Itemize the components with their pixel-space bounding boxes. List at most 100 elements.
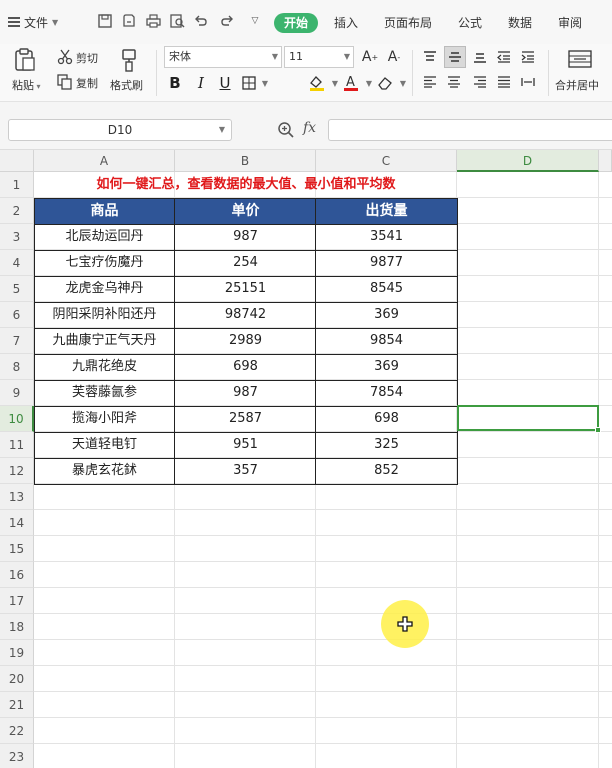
name-box[interactable]: D10 ▼ bbox=[8, 119, 232, 141]
chevron-down-icon[interactable]: ▼ bbox=[394, 72, 412, 94]
align-top-icon[interactable] bbox=[420, 48, 440, 66]
row-header[interactable]: 22 bbox=[0, 718, 34, 744]
row-header[interactable]: 21 bbox=[0, 692, 34, 718]
column-header-e[interactable] bbox=[599, 150, 612, 172]
cell-quantity[interactable]: 852 bbox=[316, 458, 457, 484]
cell-price[interactable]: 987 bbox=[175, 224, 316, 250]
cell-price[interactable]: 357 bbox=[175, 458, 316, 484]
row-header[interactable]: 8 bbox=[0, 354, 34, 380]
column-header-b[interactable]: B bbox=[175, 150, 316, 172]
column-header-c[interactable]: C bbox=[316, 150, 457, 172]
row-header[interactable]: 1 bbox=[0, 172, 34, 198]
increase-font-size-icon[interactable]: A + bbox=[360, 47, 380, 67]
copy-button[interactable]: 复制 bbox=[76, 75, 98, 91]
cell-quantity[interactable]: 9877 bbox=[316, 250, 457, 276]
distributed-align-icon[interactable] bbox=[518, 72, 538, 92]
header-cell-product[interactable]: 商品 bbox=[34, 198, 175, 224]
cell-price[interactable]: 2989 bbox=[175, 328, 316, 354]
italic-button[interactable]: I bbox=[192, 72, 210, 94]
font-color-icon[interactable]: A bbox=[342, 72, 360, 94]
file-menu-button[interactable]: 文件 ▼ bbox=[8, 12, 58, 32]
row-header[interactable]: 3 bbox=[0, 224, 34, 250]
align-center-icon[interactable] bbox=[444, 72, 464, 92]
decrease-indent-icon[interactable] bbox=[494, 48, 514, 66]
undo-icon[interactable] bbox=[192, 12, 210, 30]
spreadsheet-grid[interactable]: A B C D 1 2 3 4 5 6 7 8 9 10 11 12 13 14… bbox=[0, 150, 612, 768]
insert-function-button[interactable]: fx bbox=[303, 120, 316, 136]
decrease-font-size-icon[interactable]: A- bbox=[384, 47, 404, 67]
row-header[interactable]: 20 bbox=[0, 666, 34, 692]
cell-product[interactable]: 九曲康宁正气天丹 bbox=[34, 328, 175, 354]
cell-product[interactable]: 龙虎金乌神丹 bbox=[34, 276, 175, 302]
cell-product[interactable]: 揽海小阳斧 bbox=[34, 406, 175, 432]
cell-price[interactable]: 698 bbox=[175, 354, 316, 380]
fill-color-icon[interactable] bbox=[308, 72, 326, 94]
chevron-down-icon[interactable]: ▼ bbox=[256, 72, 274, 94]
row-header[interactable]: 15 bbox=[0, 536, 34, 562]
row-header[interactable]: 19 bbox=[0, 640, 34, 666]
row-header-selected[interactable]: 10 bbox=[0, 406, 34, 432]
cell-price[interactable]: 254 bbox=[175, 250, 316, 276]
zoom-icon[interactable] bbox=[277, 121, 295, 139]
cell-quantity[interactable]: 698 bbox=[316, 406, 457, 432]
cell-quantity[interactable]: 3541 bbox=[316, 224, 457, 250]
row-header[interactable]: 14 bbox=[0, 510, 34, 536]
print-icon[interactable] bbox=[144, 12, 162, 30]
row-header[interactable]: 9 bbox=[0, 380, 34, 406]
increase-indent-icon[interactable] bbox=[518, 48, 538, 66]
merge-center-icon[interactable] bbox=[566, 48, 594, 70]
cell-product[interactable]: 天道轻电钉 bbox=[34, 432, 175, 458]
row-header[interactable]: 16 bbox=[0, 562, 34, 588]
cell-quantity[interactable]: 9854 bbox=[316, 328, 457, 354]
cell-price[interactable]: 25151 bbox=[175, 276, 316, 302]
bold-button[interactable]: B bbox=[166, 72, 184, 94]
selected-cell-d10[interactable] bbox=[457, 405, 601, 433]
tab-formulas[interactable]: 公式 bbox=[458, 13, 482, 33]
align-left-icon[interactable] bbox=[420, 72, 440, 92]
redo-icon[interactable] bbox=[218, 12, 236, 30]
row-header[interactable]: 12 bbox=[0, 458, 34, 484]
row-header[interactable]: 2 bbox=[0, 198, 34, 224]
align-right-icon[interactable] bbox=[470, 72, 490, 92]
formula-input[interactable] bbox=[328, 119, 612, 141]
format-painter-icon[interactable] bbox=[116, 46, 142, 74]
cell-price[interactable]: 951 bbox=[175, 432, 316, 458]
cell-price[interactable]: 987 bbox=[175, 380, 316, 406]
cell-product[interactable]: 阴阳采阴补阳还丹 bbox=[34, 302, 175, 328]
tab-review[interactable]: 审阅 bbox=[558, 13, 582, 33]
cell-quantity[interactable]: 325 bbox=[316, 432, 457, 458]
header-cell-price[interactable]: 单价 bbox=[175, 198, 316, 224]
tab-home[interactable]: 开始 bbox=[274, 13, 319, 33]
cell-price[interactable]: 98742 bbox=[175, 302, 316, 328]
sheet-title-cell[interactable]: 如何一键汇总，查看数据的最大值、最小值和平均数 bbox=[34, 172, 458, 198]
scissors-icon[interactable] bbox=[56, 48, 74, 66]
save-icon[interactable] bbox=[96, 12, 114, 30]
row-header[interactable]: 18 bbox=[0, 614, 34, 640]
row-header[interactable]: 13 bbox=[0, 484, 34, 510]
underline-button[interactable]: U bbox=[216, 72, 234, 94]
cell-quantity[interactable]: 369 bbox=[316, 302, 457, 328]
row-header[interactable]: 6 bbox=[0, 302, 34, 328]
cell-product[interactable]: 北辰劫运回丹 bbox=[34, 224, 175, 250]
fill-handle[interactable] bbox=[595, 427, 601, 433]
row-header[interactable]: 5 bbox=[0, 276, 34, 302]
paste-icon[interactable] bbox=[10, 46, 40, 74]
row-header[interactable]: 7 bbox=[0, 328, 34, 354]
font-name-select[interactable]: 宋体 ▼ bbox=[164, 46, 282, 68]
clear-format-icon[interactable] bbox=[376, 72, 394, 94]
merge-center-button[interactable]: 合并居中 bbox=[555, 77, 599, 93]
cell-product[interactable]: 暴虎玄花鉥 bbox=[34, 458, 175, 484]
row-header[interactable]: 11 bbox=[0, 432, 34, 458]
cell-quantity[interactable]: 369 bbox=[316, 354, 457, 380]
print-preview-icon[interactable] bbox=[168, 12, 186, 30]
format-painter-button[interactable]: 格式刷 bbox=[110, 77, 143, 93]
cell-quantity[interactable]: 7854 bbox=[316, 380, 457, 406]
cell-product[interactable]: 九鼎花绝皮 bbox=[34, 354, 175, 380]
cell-product[interactable]: 芙蓉藤氤参 bbox=[34, 380, 175, 406]
column-header-d[interactable]: D bbox=[457, 150, 599, 172]
column-header-a[interactable]: A bbox=[34, 150, 175, 172]
row-header[interactable]: 17 bbox=[0, 588, 34, 614]
cut-button[interactable]: 剪切 bbox=[76, 50, 98, 66]
tab-data[interactable]: 数据 bbox=[508, 13, 532, 33]
header-cell-quantity[interactable]: 出货量 bbox=[316, 198, 457, 224]
